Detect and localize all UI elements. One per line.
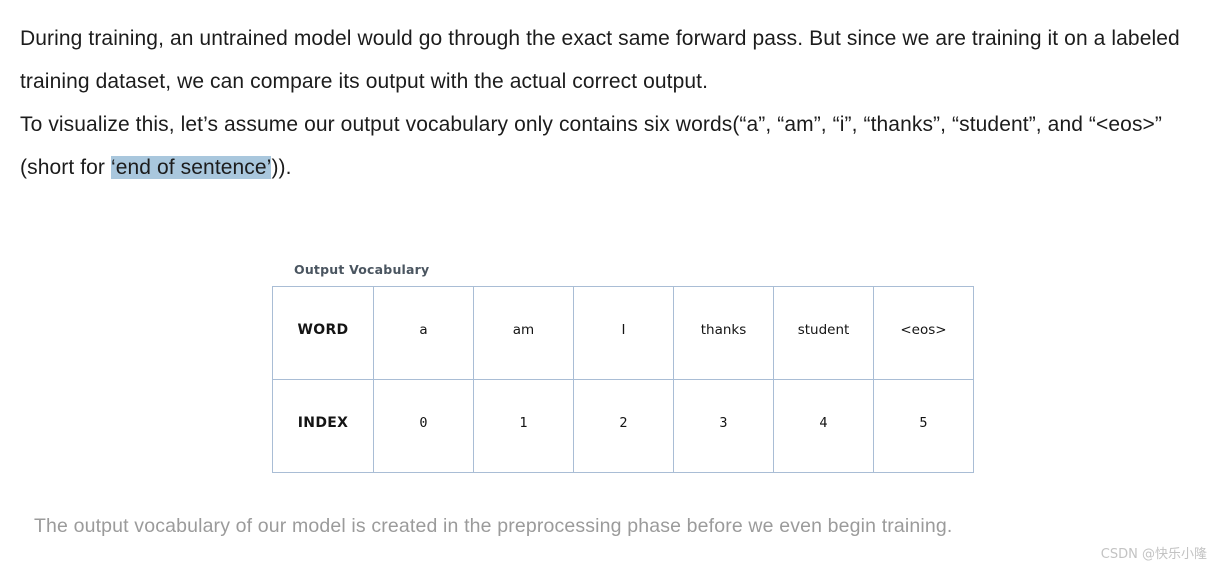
word-cell: I — [573, 286, 674, 380]
index-cell: 5 — [873, 379, 974, 473]
article-text-block: During training, an untrained model woul… — [20, 17, 1205, 189]
paragraph-vocabulary-tail: )). — [271, 156, 292, 179]
selected-text-highlight[interactable]: ‘end of sentence’ — [110, 156, 272, 179]
output-vocabulary-table: WORD a am I thanks student <eos> INDEX 0… — [272, 286, 974, 473]
output-vocabulary-figure: Output Vocabulary WORD a am I thanks stu… — [272, 262, 974, 473]
table-row: WORD a am I thanks student <eos> — [272, 286, 974, 380]
figure-title: Output Vocabulary — [294, 262, 430, 277]
word-cell: thanks — [673, 286, 774, 380]
row-header-index: INDEX — [272, 379, 374, 473]
word-cell: a — [373, 286, 474, 380]
index-cell: 1 — [473, 379, 574, 473]
word-cell: <eos> — [873, 286, 974, 380]
word-cell: am — [473, 286, 574, 380]
index-cell: 2 — [573, 379, 674, 473]
csdn-watermark: CSDN @快乐小隆 — [1100, 547, 1207, 562]
index-cell: 3 — [673, 379, 774, 473]
word-cell: student — [773, 286, 874, 380]
paragraph-intro-text: During training, an untrained model woul… — [20, 27, 1180, 93]
paragraph-vocabulary: To visualize this, let’s assume our outp… — [20, 103, 1205, 189]
row-header-word: WORD — [272, 286, 374, 380]
index-cell: 4 — [773, 379, 874, 473]
paragraph-intro: During training, an untrained model woul… — [20, 17, 1205, 103]
index-cell: 0 — [373, 379, 474, 473]
table-row: INDEX 0 1 2 3 4 5 — [272, 379, 974, 473]
figure-caption: The output vocabulary of our model is cr… — [34, 515, 953, 537]
